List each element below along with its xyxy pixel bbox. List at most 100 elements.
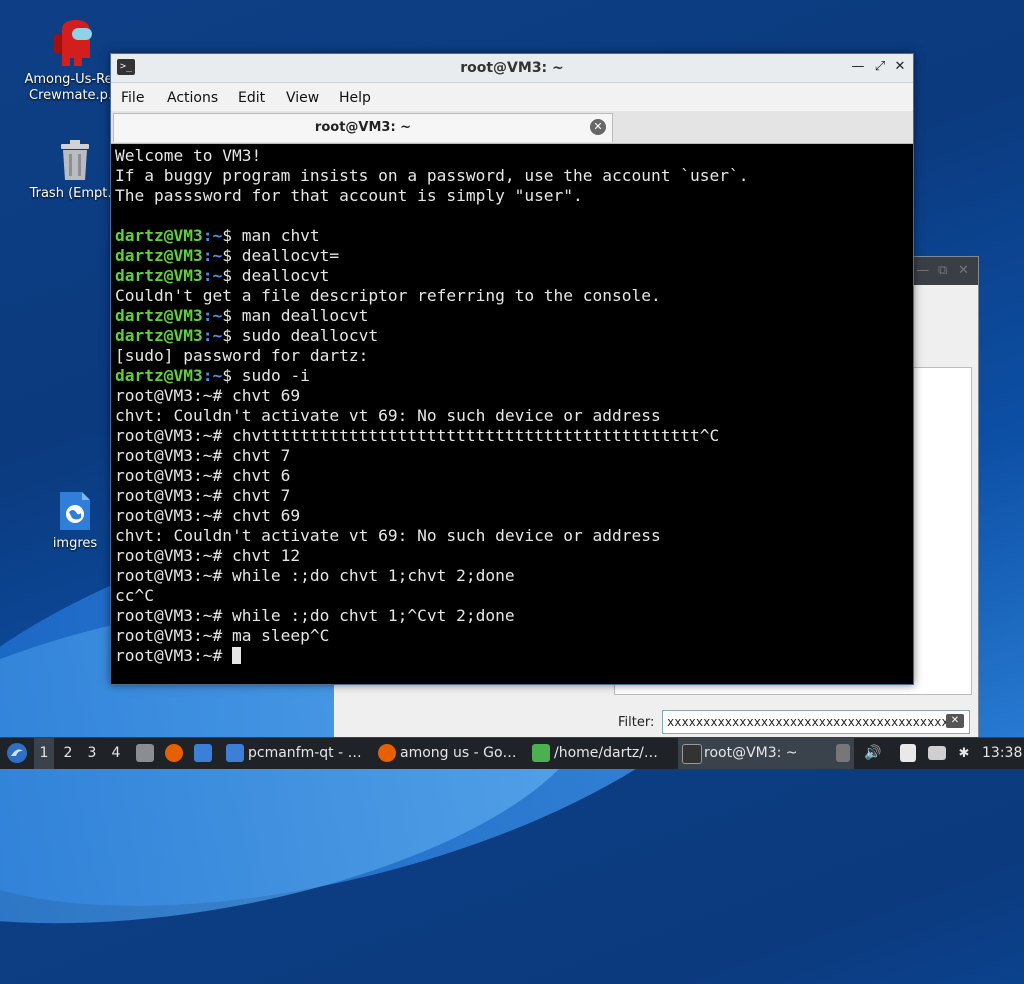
- terminal-window[interactable]: >_ root@VM3: ~ — ⤢ ✕ File Actions Edit V…: [110, 53, 914, 685]
- output-text: root@VM3:~# chvt 7: [115, 446, 291, 465]
- task-label: /home/dartz/…: [554, 745, 658, 761]
- output-text: root@VM3:~# while :;do chvt 1;^Cvt 2;don…: [115, 606, 515, 625]
- clear-filter-icon[interactable]: ✕: [946, 714, 964, 728]
- close-icon[interactable]: ✕: [958, 263, 969, 278]
- output-text: root@VM3:~# ma sleep^C: [115, 626, 330, 645]
- trash-icon: [57, 138, 93, 182]
- maximize-icon[interactable]: ⧉: [938, 263, 947, 278]
- maximize-icon[interactable]: ⤢: [871, 58, 889, 76]
- web-file-icon: [58, 490, 92, 532]
- terminal-line: root@VM3:~# chvt 69: [115, 506, 911, 526]
- command-text: $ man chvt: [222, 226, 320, 245]
- terminal-line: root@VM3:~#: [115, 646, 911, 666]
- terminal-line: cc^C: [115, 586, 911, 606]
- menu-file[interactable]: File: [121, 90, 144, 106]
- output-text: root@VM3:~# chvt 6: [115, 466, 291, 485]
- crewmate-icon: [52, 18, 98, 68]
- filter-bar: Filter: xxxxxxxxxxxxxxxxxxxxxxxxxxxxxxxx…: [614, 710, 970, 736]
- output-text: The passsword for that account is simply…: [115, 186, 583, 205]
- terminal-line: chvt: Couldn't activate vt 69: No such d…: [115, 526, 911, 546]
- close-icon[interactable]: ✕: [891, 58, 909, 76]
- workspace-1[interactable]: 1: [34, 738, 54, 769]
- terminal-line: root@VM3:~# chvt 7: [115, 446, 911, 466]
- prompt-path: :~: [202, 246, 223, 265]
- menu-actions[interactable]: Actions: [167, 90, 218, 106]
- prompt-path: :~: [202, 226, 223, 245]
- task-firefox[interactable]: among us - Go…: [374, 738, 548, 769]
- terminal-titlebar[interactable]: >_ root@VM3: ~ — ⤢ ✕: [111, 54, 913, 83]
- output-text: Couldn't get a file descriptor referring…: [115, 286, 661, 305]
- output-text: root@VM3:~# chvt 69: [115, 506, 301, 525]
- network-icon[interactable]: [928, 746, 946, 760]
- prompt-path: :~: [202, 366, 223, 385]
- terminal-line: Welcome to VM3!: [115, 146, 911, 166]
- terminal-line: root@VM3:~# chvt 12: [115, 546, 911, 566]
- terminal-line: dartz@VM3:~$ deallocvt: [115, 266, 911, 286]
- terminal-line: root@VM3:~# chvt 69: [115, 386, 911, 406]
- terminal-line: If a buggy program insists on a password…: [115, 166, 911, 186]
- firefox-icon: [378, 744, 396, 762]
- task-label: among us - Go…: [400, 745, 517, 761]
- output-text: root@VM3:~# chvt 7: [115, 486, 291, 505]
- task-image-viewer[interactable]: /home/dartz/…: [528, 738, 696, 769]
- menu-help[interactable]: Help: [339, 90, 371, 106]
- output-text: chvt: Couldn't activate vt 69: No such d…: [115, 526, 661, 545]
- clipboard-icon[interactable]: [836, 744, 850, 762]
- workspace-2[interactable]: 2: [58, 738, 78, 769]
- minimize-icon[interactable]: —: [916, 263, 929, 278]
- prompt-user: dartz@VM3: [115, 366, 203, 385]
- volume-icon[interactable]: 🔊: [862, 738, 884, 769]
- terminal-line: root@VM3:~# chvt 6: [115, 466, 911, 486]
- output-text: [sudo] password for dartz:: [115, 346, 369, 365]
- terminal-line: Couldn't get a file descriptor referring…: [115, 286, 911, 306]
- menu-edit[interactable]: Edit: [238, 90, 265, 106]
- workspace-3[interactable]: 3: [82, 738, 102, 769]
- output-text: chvt: Couldn't activate vt 69: No such d…: [115, 406, 661, 425]
- firefox-launcher-icon[interactable]: [165, 744, 183, 762]
- minimize-icon[interactable]: —: [849, 58, 867, 76]
- file-manager-launcher-icon[interactable]: [136, 744, 154, 762]
- terminal-line: root@VM3:~# while :;do chvt 1;chvt 2;don…: [115, 566, 911, 586]
- terminal-icon: [682, 744, 702, 764]
- text-cursor: [231, 647, 241, 664]
- prompt-path: :~: [202, 306, 223, 325]
- terminal-line: root@VM3:~# chvttttttttttttttttttttttttt…: [115, 426, 911, 446]
- task-terminal[interactable]: root@VM3: ~: [678, 738, 854, 769]
- terminal-line: dartz@VM3:~$ man chvt: [115, 226, 911, 246]
- bluetooth-icon[interactable]: ✱: [954, 738, 974, 769]
- output-text: cc^C: [115, 586, 154, 605]
- output-text: root@VM3:~#: [115, 646, 232, 665]
- task-label: root@VM3: ~: [704, 745, 798, 761]
- filter-input[interactable]: xxxxxxxxxxxxxxxxxxxxxxxxxxxxxxxxxxxxxxx: [662, 710, 970, 734]
- tab-terminal[interactable]: root@VM3: ~ ✕: [113, 113, 613, 142]
- folder-icon: [226, 744, 244, 762]
- taskbar: 1 2 3 4 pcmanfm-qt - … among us - Go… /h…: [0, 737, 1024, 769]
- clock[interactable]: 13:38: [982, 738, 1022, 769]
- tab-label: root@VM3: ~: [314, 120, 412, 135]
- filter-label: Filter:: [618, 715, 655, 730]
- terminal-line: The passsword for that account is simply…: [115, 186, 911, 206]
- output-text: root@VM3:~# chvttttttttttttttttttttttttt…: [115, 426, 720, 445]
- terminal-line: dartz@VM3:~$ deallocvt=: [115, 246, 911, 266]
- start-menu-button[interactable]: [4, 738, 30, 769]
- command-text: $ sudo deallocvt: [222, 326, 379, 345]
- prompt-user: dartz@VM3: [115, 306, 203, 325]
- prompt-user: dartz@VM3: [115, 326, 203, 345]
- task-label: pcmanfm-qt - …: [248, 745, 362, 761]
- notes-icon[interactable]: [900, 744, 916, 762]
- output-text: If a buggy program insists on a password…: [115, 166, 749, 185]
- output-text: Welcome to VM3!: [115, 146, 262, 165]
- terminal-line: dartz@VM3:~$ man deallocvt: [115, 306, 911, 326]
- menu-view[interactable]: View: [286, 90, 319, 106]
- close-tab-icon[interactable]: ✕: [590, 119, 606, 135]
- show-desktop-icon[interactable]: [194, 744, 212, 762]
- prompt-user: dartz@VM3: [115, 226, 203, 245]
- prompt-path: :~: [202, 326, 223, 345]
- workspace-4[interactable]: 4: [106, 738, 126, 769]
- task-pcmanfm[interactable]: pcmanfm-qt - …: [222, 738, 392, 769]
- terminal-line: root@VM3:~# while :;do chvt 1;^Cvt 2;don…: [115, 606, 911, 626]
- terminal-line: chvt: Couldn't activate vt 69: No such d…: [115, 406, 911, 426]
- prompt-path: :~: [202, 266, 223, 285]
- terminal-output[interactable]: Welcome to VM3! If a buggy program insist…: [113, 146, 911, 680]
- prompt-user: dartz@VM3: [115, 266, 203, 285]
